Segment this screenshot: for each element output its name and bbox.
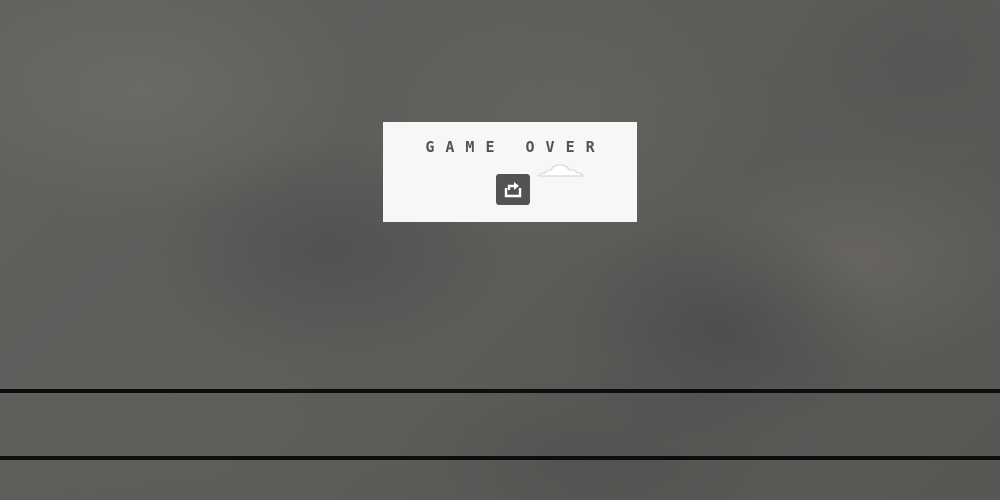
restart-button[interactable] <box>496 174 530 205</box>
cloud-icon <box>537 164 584 177</box>
ground-line-lower <box>0 456 1000 460</box>
stone-background <box>0 0 1000 500</box>
ground-line-upper <box>0 389 1000 393</box>
restart-icon <box>504 182 522 198</box>
game-over-text: GAME OVER <box>425 138 606 156</box>
game-over-panel: GAME OVER <box>383 122 637 222</box>
